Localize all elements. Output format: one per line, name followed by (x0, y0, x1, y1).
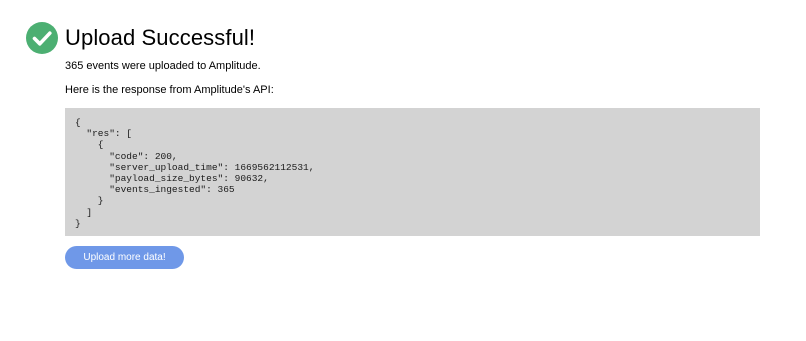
check-circle-icon (26, 22, 58, 54)
response-intro-text: Here is the response from Amplitude's AP… (65, 84, 274, 96)
page-title: Upload Successful! (65, 25, 256, 50)
upload-more-button[interactable]: Upload more data! (65, 246, 184, 269)
upload-summary-text: 365 events were uploaded to Amplitude. (65, 60, 261, 72)
page-header: Upload Successful! (26, 22, 255, 54)
api-response-json: { "res": [ { "code": 200, "server_upload… (65, 108, 760, 236)
